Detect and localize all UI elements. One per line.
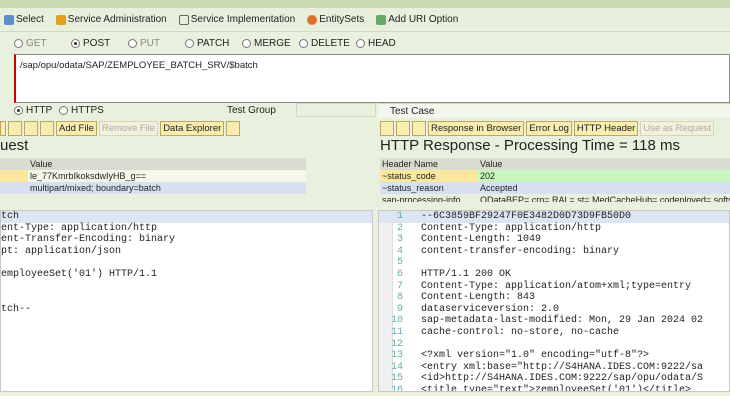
protocol-group: HTTP HTTPS: [14, 105, 116, 116]
add-uri-label: Add URI Option: [388, 14, 459, 25]
status-bar: [0, 396, 730, 410]
service-admin-label: Service Administration: [67, 14, 167, 25]
add-uri-option-button[interactable]: Add URI Option: [376, 14, 458, 25]
service-implementation-button[interactable]: Service Implementation: [178, 14, 296, 25]
delete-header-icon[interactable]: [24, 120, 38, 136]
error-log-button[interactable]: Error Log: [526, 120, 572, 136]
request-toolbar: Add File Remove File Data Explorer: [0, 120, 241, 136]
code-line: 12: [390, 338, 403, 350]
method-head[interactable]: HEAD: [356, 38, 413, 49]
select-icon: [4, 14, 14, 25]
method-patch[interactable]: PATCH: [185, 38, 242, 49]
protocol-https[interactable]: HTTPS: [59, 105, 116, 116]
col-header-name: Header Name: [382, 159, 439, 169]
add-header-icon[interactable]: [8, 120, 22, 136]
code-line: 13 <?xml version="1.0" encoding="utf-8"?>: [390, 350, 650, 362]
request-title: uest: [0, 137, 29, 154]
table-row[interactable]: multipart/mixed; boundary=batch: [0, 182, 306, 194]
request-body-editor[interactable]: tch ent-Type: application/http ent-Transfe…: [0, 210, 373, 392]
table-row[interactable]: ~status_reason Accepted: [380, 182, 730, 194]
service-impl-label: Service Implementation: [190, 14, 296, 25]
select-label: Select: [16, 14, 44, 25]
find-icon[interactable]: [380, 120, 394, 136]
table-row[interactable]: sap-processing-info ODataBEP=,crp=,RAL=,s…: [380, 194, 730, 202]
col-value: Value: [30, 159, 53, 169]
col-value: Value: [480, 159, 503, 169]
entitysets-icon: [307, 14, 318, 25]
test-group-label: Test Group: [227, 105, 276, 116]
response-body-editor[interactable]: 1 --6C3859BF29247F0E3482D0D73D9FB50D0 2 Con…: [378, 210, 730, 392]
table-row[interactable]: le_77KmrbIkoksdwIyHB_g==: [0, 170, 306, 182]
method-get[interactable]: GET: [14, 38, 71, 49]
method-merge[interactable]: MERGE: [242, 38, 299, 49]
add-uri-icon: [376, 14, 387, 25]
code-line: 16 <title type="text">zemployeeSet('01')<…: [390, 384, 692, 392]
use-as-request-button[interactable]: Use as Request: [640, 120, 714, 136]
add-file-button[interactable]: Add File: [56, 120, 97, 136]
method-put[interactable]: PUT: [128, 38, 185, 49]
title-bar: [0, 0, 730, 8]
code-line: employeeSet('01') HTTP/1.1: [1, 268, 158, 280]
entitysets-button[interactable]: EntitySets: [307, 14, 364, 25]
code-line: 2 Content-Type: application/http: [396, 222, 602, 234]
entitysets-label: EntitySets: [319, 14, 365, 25]
test-case-tab[interactable]: Test Case: [378, 103, 730, 118]
code-line: 14 <entry xml:base="http://S4HANA.IDES.CO…: [390, 361, 704, 373]
method-post[interactable]: POST: [71, 38, 128, 49]
code-line: 7 Content-Type: application/atom+xml;type…: [396, 280, 692, 292]
service-impl-icon: [178, 14, 189, 25]
request-header-table: Value le_77KmrbIkoksdwIyHB_g== multipart…: [0, 158, 306, 194]
code-line: 8 Content-Length: 843: [396, 292, 536, 304]
edit-icon[interactable]: [0, 120, 6, 136]
code-line: 11 cache-control: no-store, no-cache: [390, 326, 620, 338]
service-admin-icon: [55, 14, 66, 25]
response-toolbar: Response in Browser Error Log HTTP Heade…: [380, 120, 714, 136]
code-line: tch: [1, 211, 372, 223]
code-line: 3 Content-Length: 1049: [396, 234, 542, 246]
test-group-input[interactable]: [296, 103, 376, 117]
find-next-icon[interactable]: [412, 120, 426, 136]
code-line: 10 sap-metadata-last-modified: Mon, 29 Ja…: [390, 315, 704, 327]
response-title: HTTP Response - Processing Time = 118 ms: [380, 137, 680, 154]
code-line: 5: [396, 257, 403, 269]
data-explorer-button[interactable]: Data Explorer: [160, 120, 225, 136]
code-line: 9 dataserviceversion: 2.0: [396, 303, 560, 315]
remove-file-button[interactable]: Remove File: [98, 120, 159, 136]
hierarchy-icon[interactable]: [226, 120, 241, 136]
http-header-button[interactable]: HTTP Header: [573, 120, 639, 136]
response-header-table: Header Name Value ~status_code 202 ~status…: [380, 158, 730, 202]
binoculars-icon[interactable]: [396, 120, 410, 136]
code-line: pt: application/json: [1, 245, 122, 257]
request-uri-input[interactable]: /sap/opu/odata/SAP/ZEMPLOYEE_BATCH_SRV/$…: [14, 54, 730, 103]
method-delete[interactable]: DELETE: [299, 38, 356, 49]
code-line: 15 <id>http://S4HANA.IDES.COM:9222/sap/op…: [390, 373, 704, 385]
code-line: ent-Type: application/http: [1, 222, 158, 234]
response-in-browser-button[interactable]: Response in Browser: [428, 120, 525, 136]
import-icon[interactable]: [40, 120, 54, 136]
code-line: 4 content-transfer-encoding: binary: [396, 245, 620, 257]
code-line: 1 --6C3859BF29247F0E3482D0D73D9FB50D0: [379, 211, 729, 223]
protocol-http[interactable]: HTTP: [14, 105, 59, 116]
table-row[interactable]: ~status_code 202: [380, 170, 730, 182]
service-administration-button[interactable]: Service Administration: [55, 14, 167, 25]
code-line: tch--: [1, 303, 32, 315]
toolbar: Select Service Administration Service Im…: [0, 8, 730, 32]
http-method-group: GET POST PUT PATCH MERGE DELETE HEAD: [14, 38, 413, 49]
code-line: 6 HTTP/1.1 200 OK: [396, 268, 512, 280]
select-button[interactable]: Select: [4, 14, 44, 25]
code-line: ent-Transfer-Encoding: binary: [1, 234, 176, 246]
